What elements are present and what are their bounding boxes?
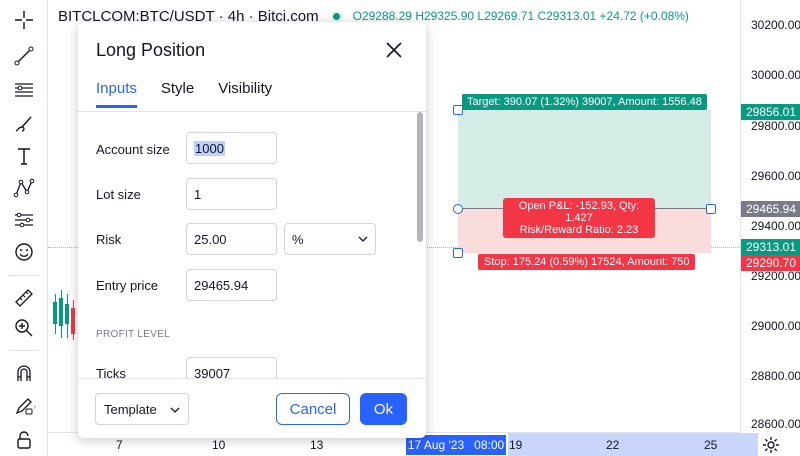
low-value: L29269.71 (477, 9, 535, 23)
price-tick: 30000.00 (751, 68, 800, 82)
price-tick: 29000.00 (751, 319, 800, 333)
cancel-button[interactable]: Cancel (276, 393, 350, 425)
entry-price-input[interactable]: 29465.94 (186, 269, 277, 301)
horizontal-lines-icon[interactable] (10, 76, 38, 104)
candle (59, 298, 63, 326)
price-tick: 30200.00 (751, 18, 800, 32)
ohlc-values: O29288.29 H29325.90 L29269.71 C29313.01 … (353, 9, 689, 23)
profit-zone[interactable] (458, 110, 711, 209)
close-value: C29313.01 (537, 9, 597, 23)
risk-unit-value: % (292, 232, 304, 247)
target-price-tag: 29856.01 (741, 104, 800, 120)
tab-inputs[interactable]: Inputs (96, 80, 137, 108)
settings-gear-icon[interactable] (760, 434, 782, 456)
open-value: O29288.29 (352, 9, 412, 23)
close-icon[interactable] (382, 38, 406, 62)
account-size-label: Account size (96, 142, 170, 157)
text-icon[interactable] (10, 142, 38, 170)
time-tick: 19 (509, 438, 523, 452)
time-tick: 22 (606, 438, 620, 452)
template-button[interactable]: Template (95, 393, 189, 425)
target-label: Target: 390.07 (1.32%) 39007, Amount: 15… (462, 94, 707, 110)
emoji-icon[interactable] (10, 238, 38, 266)
candle (53, 302, 57, 324)
dialog-footer: Template Cancel Ok (78, 378, 426, 438)
candle (65, 304, 69, 324)
chevron-down-icon (170, 407, 180, 413)
entry-right-handle[interactable] (706, 204, 716, 214)
profit-level-heading: PROFIT LEVEL (96, 329, 170, 340)
time-cursor-label: 17 Aug '23 08:00 (406, 435, 506, 455)
time-selection-range (508, 433, 758, 456)
time-tick: 7 (116, 438, 123, 452)
zoom-in-icon[interactable] (10, 314, 38, 342)
entry-price-tag: 29465.94 (741, 201, 800, 217)
drawing-toolbar: › (0, 0, 48, 456)
stop-handle[interactable] (453, 248, 463, 258)
price-tick: 29400.00 (751, 219, 800, 233)
account-size-value: 1000 (194, 141, 225, 156)
time-cursor-time: 08:00 (474, 438, 505, 452)
risk-input[interactable]: 25.00 (186, 223, 277, 255)
chevron-down-icon (358, 236, 368, 242)
lock-drawing-icon[interactable]: › (10, 392, 38, 420)
stop-price-tag: 29290.70 (741, 255, 800, 271)
market-status-icon (330, 10, 343, 22)
price-tick: 29600.00 (751, 169, 800, 183)
risk-label: Risk (96, 232, 122, 247)
magnet-icon[interactable] (10, 360, 38, 388)
ok-button[interactable]: Ok (360, 393, 407, 425)
time-tick: 10 (212, 438, 226, 452)
price-axis[interactable]: 30200.00 30000.00 29800.00 29600.00 2940… (740, 0, 800, 432)
high-value: H29325.90 (415, 9, 475, 23)
tabs-divider (78, 111, 426, 112)
risk-unit-select[interactable]: % (284, 223, 376, 255)
brush-icon[interactable] (10, 110, 38, 138)
time-tick: 25 (704, 438, 718, 452)
lot-size-input[interactable]: 1 (186, 178, 277, 210)
crosshair-icon[interactable] (10, 6, 38, 34)
time-tick: 13 (310, 438, 324, 452)
template-label: Template (104, 402, 157, 417)
price-tick: 29800.00 (751, 119, 800, 133)
tab-visibility[interactable]: Visibility (218, 80, 272, 108)
candle (71, 308, 75, 334)
price-tick: 29200.00 (751, 269, 800, 283)
pnl-text: Open P&L: -152.93, Qty: 1.427 (518, 200, 640, 224)
current-price-tag: 29313.01 (741, 239, 800, 255)
change-value: +24.72 (+0.08%) (599, 9, 689, 23)
lot-size-label: Lot size (96, 187, 141, 202)
toolbar-divider (8, 350, 40, 351)
entry-left-handle[interactable] (453, 204, 463, 214)
tab-style[interactable]: Style (161, 80, 194, 108)
ruler-icon[interactable] (10, 284, 38, 312)
stop-label: Stop: 175.24 (0.59%) 17524, Amount: 750 (478, 254, 696, 270)
dialog-scrollbar[interactable] (417, 112, 423, 242)
entry-price-label: Entry price (96, 278, 159, 293)
trend-line-icon[interactable] (10, 42, 38, 70)
long-position-dialog: Long Position Inputs Style Visibility Ac… (78, 22, 426, 438)
pnl-label: Open P&L: -152.93, Qty: 1.427 Risk/Rewar… (503, 198, 655, 238)
lock-icon[interactable] (10, 426, 38, 454)
prediction-tools-icon[interactable] (10, 206, 38, 234)
price-tick: 28600.00 (751, 417, 800, 431)
dialog-tabs: Inputs Style Visibility (96, 80, 272, 108)
risk-reward-text: Risk/Reward Ratio: 2.23 (519, 224, 639, 236)
time-cursor-date: 17 Aug '23 (407, 438, 465, 452)
toolbar-divider (8, 275, 40, 276)
account-size-input[interactable]: 1000 (186, 132, 277, 164)
price-tick: 28800.00 (751, 369, 800, 383)
dialog-title: Long Position (96, 40, 206, 60)
pattern-icon[interactable] (10, 174, 38, 202)
